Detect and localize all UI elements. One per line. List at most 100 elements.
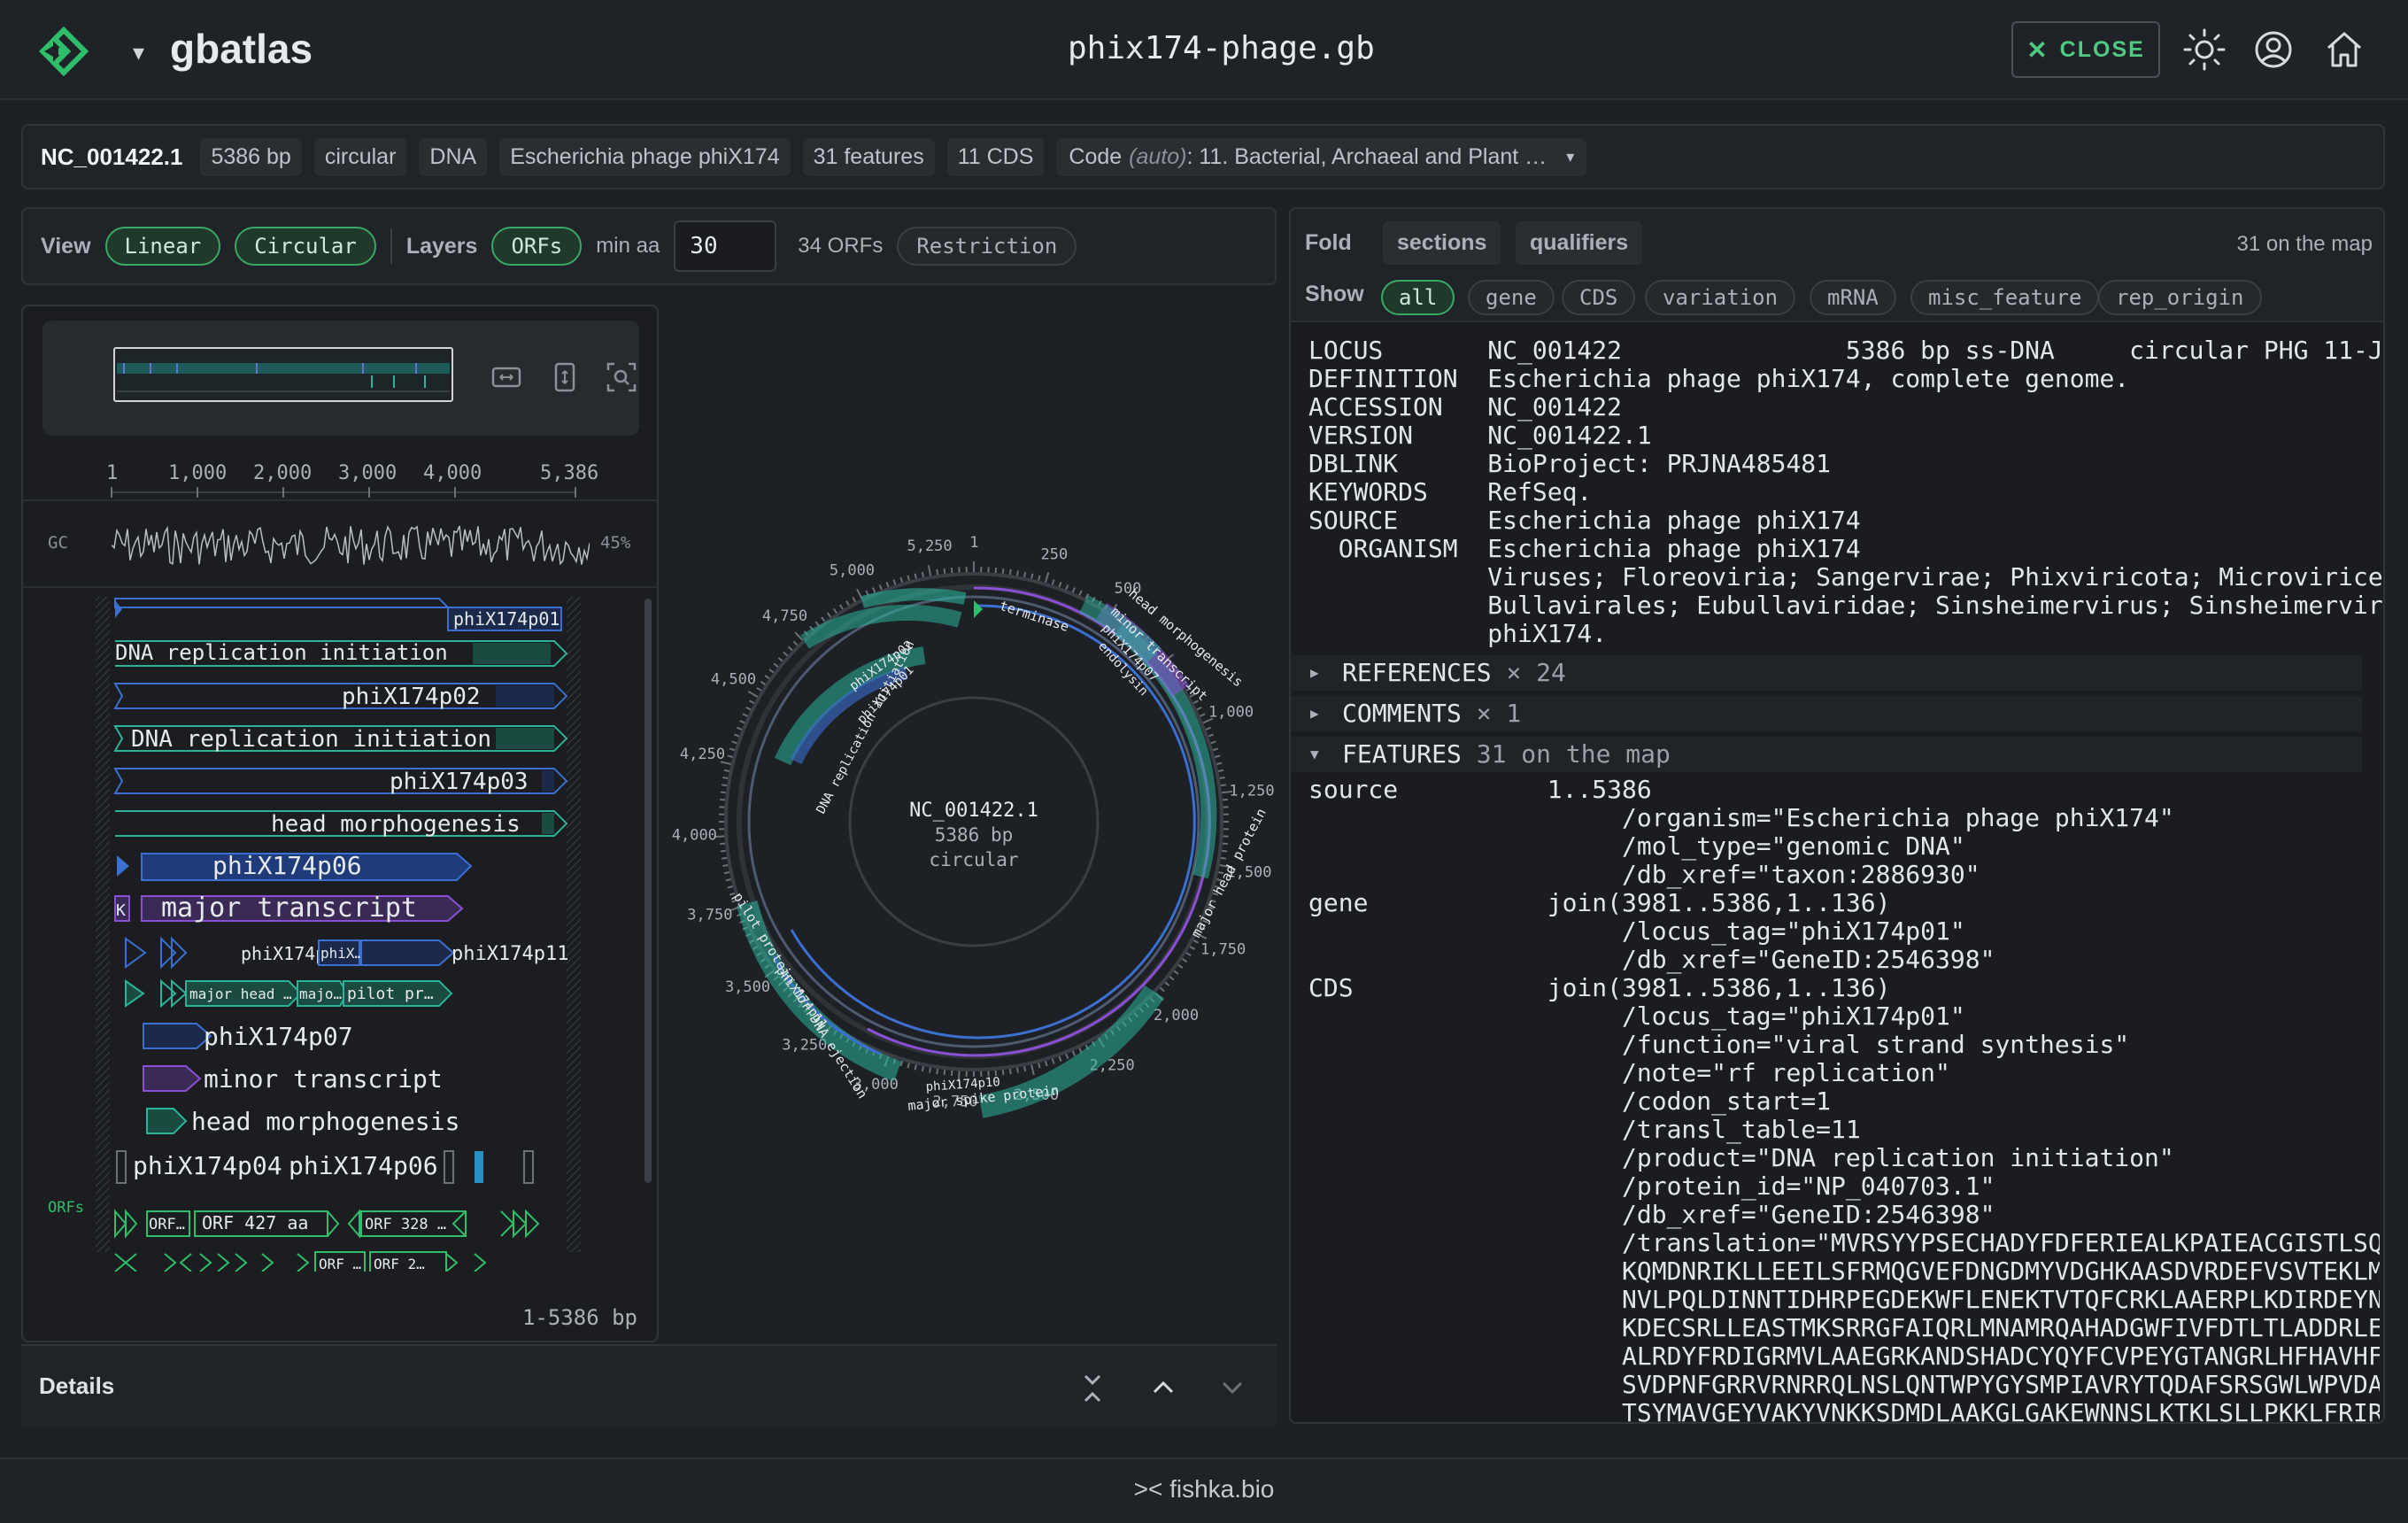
circular-tick [1051,1058,1055,1064]
circular-tick-label: 3,750 [687,907,732,924]
comments-section[interactable]: ▶ COMMENTS × 1 [1291,696,2362,731]
circular-tick [994,568,998,574]
gene-arc-inner-2[interactable] [800,604,962,649]
feature-phiX174p06[interactable]: phiX174p06 [117,851,473,881]
features-section[interactable]: ▼ FEATURES 31 on the map [1291,737,2362,772]
collapse-all-icon[interactable] [1077,1371,1108,1406]
filter-all[interactable]: all [1381,280,1455,315]
section-count: 31 on the map [1476,739,1671,769]
feature-major-transcript[interactable]: K major transcript [114,893,464,924]
circular-tick [1008,1068,1012,1075]
filter-rep-origin[interactable]: rep_origin [2098,280,2262,315]
section-label: COMMENTS [1342,699,1462,728]
footer-brand-link[interactable]: >< fishka.bio [0,1475,2408,1504]
zoom-fit-icon[interactable] [606,361,637,393]
app-logo-icon[interactable] [32,25,94,78]
gene-arc-inner-1[interactable] [861,588,967,608]
min-aa-input[interactable]: 30 [674,220,777,272]
circular-tick [1185,952,1192,957]
circular-tick [1008,568,1012,576]
circular-tick [792,640,799,646]
feature-row-bottom-cds[interactable]: phiX174p04 phiX174p06 [116,1150,534,1184]
feature-phiX174p03[interactable]: phiX174p03 [113,768,568,795]
orf-count: 34 ORFs [798,234,884,258]
feature-label: phiX… [320,945,363,962]
features-text: source 1..5386 /organism="Escherichia ph… [1308,776,2380,1422]
close-label: CLOSE [2059,36,2145,62]
circular-tick [722,777,729,780]
circular-tick [720,849,727,853]
ruler-tick-label: 5,386 [540,462,599,484]
feature-phiX174p07[interactable]: phiX174p07 [143,1022,353,1051]
circular-tick-label: 4,500 [711,670,756,688]
feature-dna-replication-initiation-2[interactable]: DNA replication initiation [113,725,568,753]
feature-head-morphogenesis[interactable]: head morphogenesis [115,810,568,838]
circular-tick [783,651,789,657]
circular-tick-label: 1 [969,534,978,552]
filter-gene[interactable]: gene [1468,280,1555,315]
circular-tick-label: 3,500 [725,978,770,996]
references-section[interactable]: ▶ REFERENCES × 24 [1291,655,2362,691]
feature-label: DNA replication initiation [131,726,491,753]
feature-label: majo… [299,986,342,1002]
view-linear-toggle[interactable]: Linear [104,227,221,266]
overview-feature-strip [117,363,450,392]
fit-width-icon[interactable] [490,361,522,393]
overview-viewport-window[interactable] [113,347,453,402]
app-title[interactable]: gbatlas [170,25,313,73]
circular-tick [1189,946,1195,950]
filter-mrna[interactable]: mRNA [1810,280,1896,315]
overview-navigator[interactable] [42,321,639,436]
file-title: phix174-phage.gb [1068,30,1375,66]
feature-row-small-cds[interactable]: phiX174p09 phiX… phiX174p11 [125,936,568,970]
chevron-down-icon[interactable] [1216,1374,1248,1401]
circular-tick [760,680,766,685]
orfs-layer-toggle[interactable]: ORFs [491,227,583,266]
fit-height-icon[interactable] [549,361,581,393]
close-button[interactable]: ✕ CLOSE [2011,21,2160,78]
circular-tick [1038,575,1041,581]
circular-tick [742,713,748,717]
feature-minor-transcript[interactable]: minor transcript [143,1064,443,1094]
circular-tick [1065,584,1069,591]
fold-sections-button[interactable]: sections [1383,221,1501,265]
circular-tick [826,612,832,618]
feature-head-morphogenesis-2[interactable]: head morphogenesis [146,1107,459,1136]
feature-phiX174p02[interactable]: phiX174p02 [113,683,568,710]
feature-dna-replication-initiation[interactable]: DNA replication initiation [115,640,568,667]
app-menu-caret-icon[interactable]: ▾ [133,39,144,66]
user-account-icon[interactable] [2250,27,2296,73]
restriction-layer-toggle[interactable]: Restriction [897,227,1077,266]
circular-tick [914,1064,917,1071]
circular-tick [921,1065,924,1072]
tracks-scrollbar[interactable] [644,599,652,1183]
filter-cds[interactable]: CDS [1562,280,1636,315]
fold-qualifiers-button[interactable]: qualifiers [1516,221,1643,265]
circular-tick [1219,777,1225,780]
feature-row-small-genes[interactable]: major head … majo… pilot pr… [125,978,453,1009]
circular-tick [1217,769,1224,772]
view-label: View [41,233,91,259]
genbank-text-panel: Fold sections qualifiers 31 on the map S… [1289,207,2385,1424]
home-icon[interactable] [2321,27,2367,73]
circular-tick [720,842,726,846]
chevron-up-icon[interactable] [1147,1374,1179,1401]
circular-tick [1058,1055,1062,1062]
circular-tick [1044,1060,1048,1067]
filter-misc-feature[interactable]: misc_feature [1910,280,2100,315]
circular-tick [727,754,733,758]
view-circular-toggle[interactable]: Circular [235,227,376,266]
circular-tick [734,733,740,738]
genetic-code-select[interactable]: Code (auto) : 11. Bacterial, Archaeal an… [1056,137,1587,176]
circular-tick [723,769,730,772]
feature-label: phiX174p06 [289,1151,438,1180]
center-topology: circular [929,849,1018,870]
gc-content-track: GC 45% [23,503,657,588]
circular-tick [892,579,897,585]
theme-toggle-sun-icon[interactable] [2181,27,2227,73]
footer: >< fishka.bio [0,1457,2408,1523]
filter-variation[interactable]: variation [1645,280,1796,315]
circular-tick [727,885,733,889]
feature-phiX174p01[interactable]: phiX174p01 [114,598,562,631]
circular-map[interactable]: 12505001,0001,2501,5001,7502,0002,2502,5… [659,496,1278,1133]
